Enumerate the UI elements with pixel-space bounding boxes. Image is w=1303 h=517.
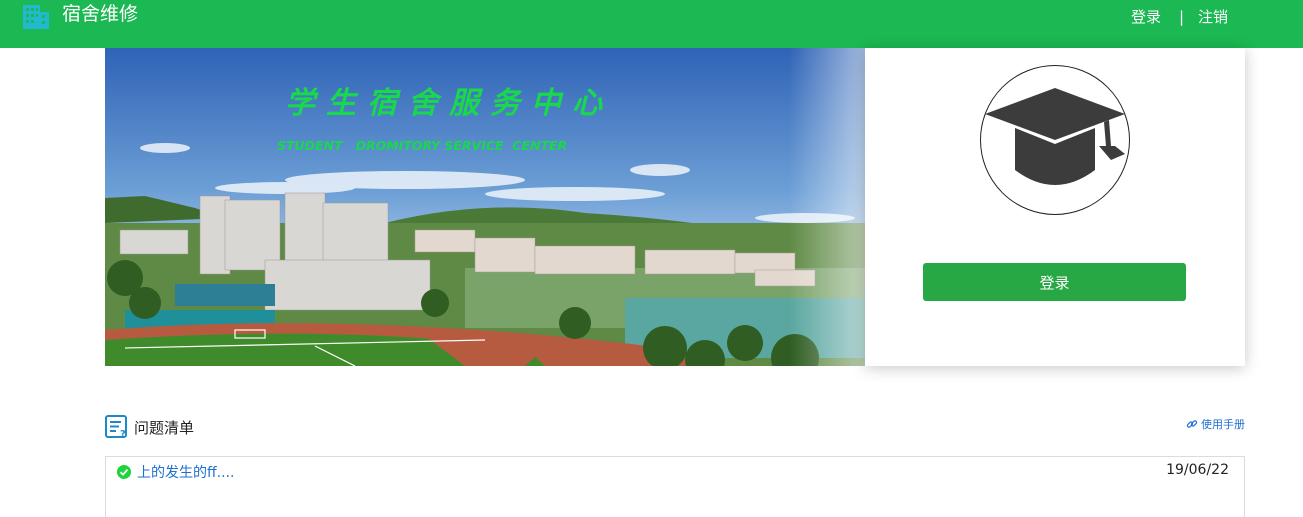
banner-subtitle: STUDENT DROMITORY SERVICE CENTER <box>277 138 568 153</box>
building-icon <box>23 5 49 29</box>
login-panel: 登录 <box>865 48 1245 366</box>
avatar <box>980 65 1130 215</box>
list-item[interactable]: 上的发生的ff.... 19/06/22 <box>106 457 1244 487</box>
section-title: 问题清单 <box>134 419 195 437</box>
issue-date: 19/06/22 <box>1166 462 1229 478</box>
manual-label: 使用手册 <box>1201 418 1245 431</box>
manual-link[interactable]: 使用手册 <box>1186 416 1245 432</box>
issue-title-link[interactable]: 上的发生的ff.... <box>137 462 234 482</box>
nav-separator: | <box>1179 8 1185 26</box>
nav-login-link[interactable]: 登录 <box>1131 7 1161 27</box>
check-circle-icon <box>117 465 131 479</box>
list-question-icon: ? <box>105 415 127 439</box>
banner-title: 学生宿舍服务中心 <box>285 86 613 121</box>
nav-logout-link[interactable]: 注销 <box>1198 7 1228 27</box>
top-navbar: 宿舍维修 登录 | 注销 <box>0 0 1303 48</box>
svg-text:?: ? <box>120 429 126 439</box>
brand-title: 宿舍维修 <box>62 3 139 25</box>
login-button[interactable]: 登录 <box>923 263 1186 301</box>
issue-list: 上的发生的ff.... 19/06/22 <box>105 456 1245 517</box>
graduation-cap-icon <box>985 88 1125 185</box>
campus-banner: 学生宿舍服务中心 STUDENT DROMITORY SERVICE CENTE… <box>105 48 865 366</box>
link-icon <box>1186 420 1198 428</box>
